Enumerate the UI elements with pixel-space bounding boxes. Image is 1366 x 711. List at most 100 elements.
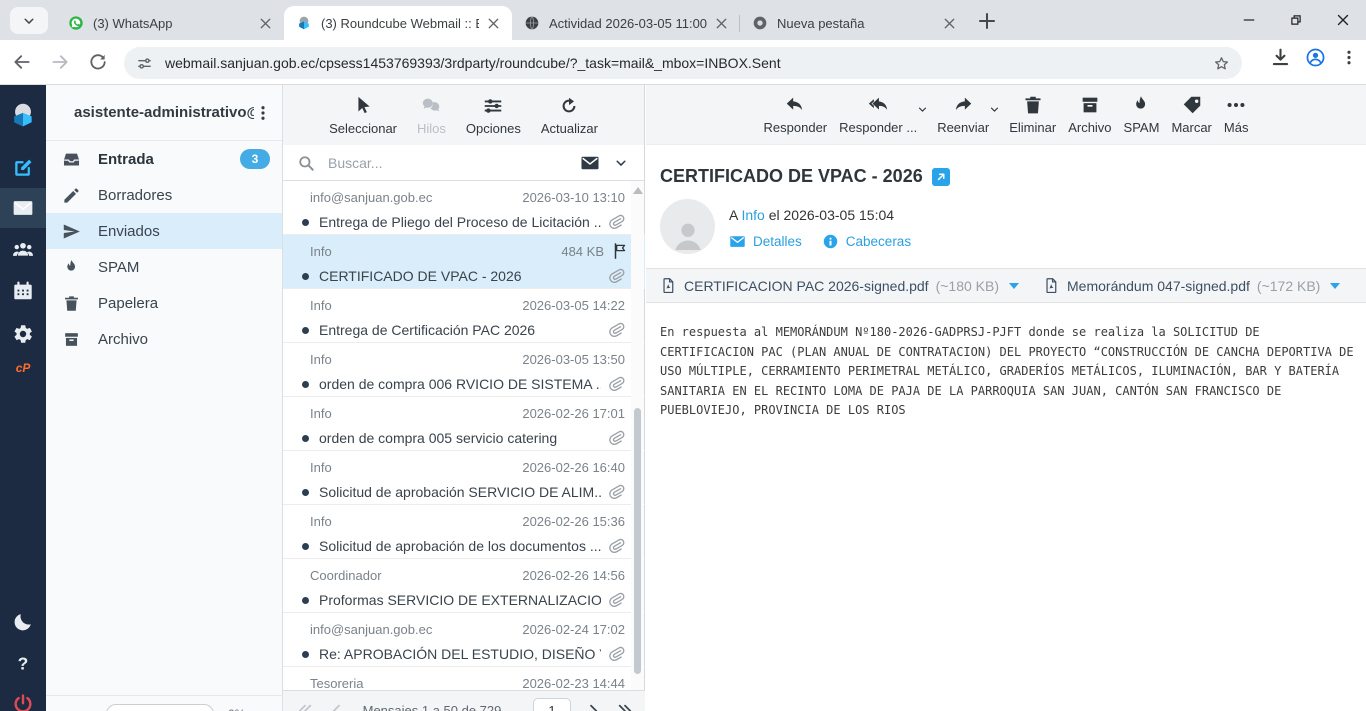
toolbar-button-label: Opciones [466,121,521,136]
folder-entrada[interactable]: Entrada3 [46,141,282,177]
page-input[interactable] [533,698,571,711]
toolbar-spam-button[interactable]: SPAM [1119,92,1165,137]
list-scrollbar[interactable] [631,181,644,711]
rail-dark-mode[interactable] [0,602,46,642]
toolbar-responder-button[interactable]: Responder [759,92,833,137]
toolbar-responder-button[interactable]: Responder ... [834,92,922,137]
clip-icon [605,373,627,395]
rail-help[interactable]: ? [0,644,46,684]
message-subject: Solicitud de aprobación de los documento… [319,538,601,554]
info-icon [822,233,839,250]
message-date: 2026-03-10 13:10 [522,190,625,205]
toolbar-ms-button[interactable]: Más [1219,92,1254,137]
browser-menu-icon[interactable] [1340,47,1358,68]
message-sender: Info [310,298,522,313]
folder-options-icon[interactable] [254,104,272,122]
next-page-icon[interactable] [585,703,601,711]
folder-papelera[interactable]: Papelera [46,285,282,321]
chev-down-icon[interactable] [917,104,928,115]
rail-cpanel[interactable]: cP [0,348,46,388]
restore-icon [1287,11,1305,29]
toolbar-seleccionar-button[interactable]: Seleccionar [324,93,402,138]
browser-tab-3[interactable]: Actividad 2026-03-05 11:00:0 [512,6,740,40]
address-bar[interactable]: webmail.sanjuan.gob.ec/cpsess1453769393/… [124,47,1242,79]
folder-borradores[interactable]: Borradores [46,177,282,213]
open-in-new-window-button[interactable] [932,168,950,186]
message-row-9[interactable]: info@sanjuan.gob.ec2026-02-24 17:02Re: A… [283,613,645,667]
flag-icon[interactable] [611,242,629,260]
message-sender: info@sanjuan.gob.ec [310,190,522,205]
toolbar-reenviar-button[interactable]: Reenviar [932,92,994,137]
toolbar-marcar-button[interactable]: Marcar [1166,92,1216,137]
chev-down-icon[interactable] [989,104,1000,115]
close-window-button[interactable] [1319,0,1366,40]
refresh-icon [558,95,580,117]
attachment-menu-caret[interactable] [1009,283,1019,289]
toolbar-eliminar-button[interactable]: Eliminar [1004,92,1061,137]
recipient-link[interactable]: Info [741,207,764,223]
message-row-3[interactable]: Info2026-03-05 14:22Entrega de Certifica… [283,289,645,343]
search-options-chevron-icon[interactable] [614,156,628,170]
tab-close-icon[interactable] [941,15,958,32]
cpanel-icon: cP [12,357,34,379]
message-sender: info@sanjuan.gob.ec [310,622,522,637]
site-settings-icon[interactable] [136,55,153,72]
rail-logout[interactable] [0,684,46,711]
prev-page-icon[interactable] [329,703,345,711]
scrollbar-thumb[interactable] [634,408,641,674]
message-row-5[interactable]: Info2026-02-26 17:01orden de compra 005 … [283,397,645,451]
forward-icon [952,94,974,116]
folder-label: Enviados [98,223,270,240]
restore-button[interactable] [1272,0,1319,40]
tab-search-button[interactable] [10,7,48,34]
search-scope-mail-icon[interactable] [580,153,600,173]
reload-button[interactable] [82,46,114,78]
rail-contacts[interactable] [0,230,46,270]
tab-close-icon[interactable] [257,15,274,32]
profile-icon[interactable] [1305,47,1326,68]
url-text[interactable]: webmail.sanjuan.gob.ec/cpsess1453769393/… [165,55,1213,71]
browser-tab-4[interactable]: Nueva pestaña [740,6,968,40]
toolbar-hilos-button[interactable]: Hilos [412,93,451,138]
browser-tab-2[interactable]: (3) Roundcube Webmail :: Envia [284,6,512,40]
new-tab-button[interactable] [975,9,999,33]
browser-tab-1[interactable]: (3) WhatsApp [56,6,284,40]
message-subject: Entrega de Certificación PAC 2026 [319,322,601,338]
headers-button[interactable]: Cabeceras [822,233,911,250]
message-row-8[interactable]: Coordinador2026-02-26 14:56Proformas SER… [283,559,645,613]
message-row-1[interactable]: info@sanjuan.gob.ec2026-03-10 13:10Entre… [283,181,645,235]
tab-close-icon[interactable] [485,15,502,32]
toolbar-actualizar-button[interactable]: Actualizar [536,93,603,138]
folder-enviados[interactable]: Enviados [46,213,282,249]
attachment-1[interactable]: CERTIFICACION PAC 2026-signed.pdf(~180 K… [660,277,1019,294]
downloads-icon[interactable] [1270,47,1291,68]
scroll-up-arrow[interactable] [633,187,643,194]
last-page-icon[interactable] [617,703,633,711]
message-row-6[interactable]: Info2026-02-26 16:40Solicitud de aprobac… [283,451,645,505]
search-input[interactable] [326,154,580,172]
attachment-menu-caret[interactable] [1330,283,1340,289]
minimize-button[interactable] [1225,0,1272,40]
rail-mail[interactable] [0,188,46,228]
attachment-2[interactable]: Memorándum 047-signed.pdf(~172 KB) [1043,277,1340,294]
envelope-icon [12,197,34,219]
rail-calendar[interactable] [0,271,46,311]
folder-archivo[interactable]: Archivo [46,321,282,357]
message-row-7[interactable]: Info2026-02-26 15:36Solicitud de aprobac… [283,505,645,559]
message-row-2[interactable]: Info484 KBCERTIFICADO DE VPAC - 2026 [283,235,645,289]
back-button[interactable] [6,46,38,78]
toolbar-archivo-button[interactable]: Archivo [1063,92,1116,137]
tab-close-icon[interactable] [713,15,730,32]
forward-button[interactable] [44,46,76,78]
rail-compose[interactable] [0,148,46,188]
first-page-icon[interactable] [297,703,313,711]
toolbar-opciones-button[interactable]: Opciones [461,93,526,138]
message-row-4[interactable]: Info2026-03-05 13:50orden de compra 006 … [283,343,645,397]
pagination-bar: Mensajes 1 a 50 de 729 [283,690,645,711]
clip-icon [605,589,627,611]
bookmark-star-icon[interactable] [1213,55,1230,72]
folder-spam[interactable]: SPAM [46,249,282,285]
details-button[interactable]: Detalles [729,233,802,250]
rc-logo-icon [9,101,37,129]
toolbar-button-label: Hilos [417,121,446,136]
